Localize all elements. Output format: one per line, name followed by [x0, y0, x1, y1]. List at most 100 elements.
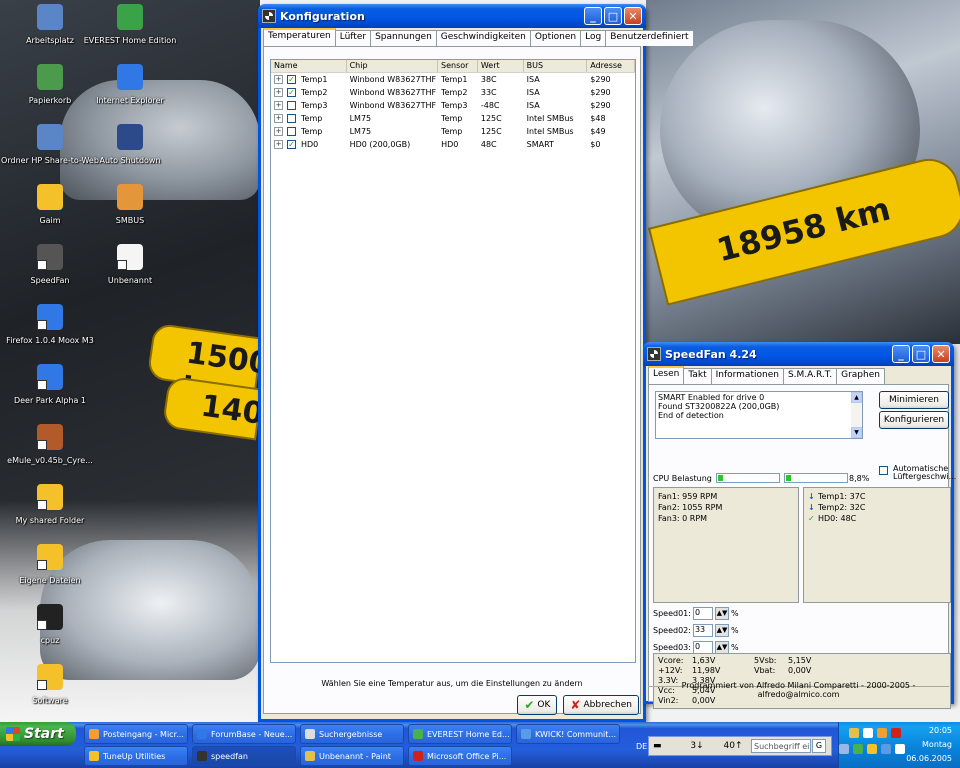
ok-button[interactable]: ✔ OK: [517, 695, 558, 715]
messenger-icon[interactable]: [867, 744, 877, 754]
checkbox-unchecked[interactable]: [287, 127, 296, 136]
desktop-icon-auto-shutdown[interactable]: Auto Shutdown: [80, 124, 180, 166]
auto-fan-checkbox[interactable]: Automatische Lüftergeschwi...: [879, 465, 956, 481]
close-button[interactable]: ✕: [624, 7, 642, 25]
column-header-wert[interactable]: Wert: [478, 60, 524, 72]
volume-icon[interactable]: [895, 744, 905, 754]
column-header-sensor[interactable]: Sensor: [438, 60, 478, 72]
expand-icon[interactable]: +: [274, 127, 283, 136]
desktop-icon-shared-folder[interactable]: My shared Folder: [0, 484, 100, 526]
tab-takt[interactable]: Takt: [683, 368, 712, 384]
scroll-up-icon[interactable]: ▲: [851, 392, 862, 403]
tab-graphen[interactable]: Graphen: [836, 368, 885, 384]
expand-icon[interactable]: +: [274, 140, 283, 149]
tab-lesen[interactable]: Lesen: [648, 366, 685, 384]
table-row[interactable]: + ✓ Temp2 Winbond W83627THF Temp2 33C ISA $290: [271, 86, 635, 99]
scroll-down-icon[interactable]: ▼: [851, 427, 862, 438]
tab-benutzerdefiniert[interactable]: Benutzerdefiniert: [605, 30, 694, 46]
column-header-adresse[interactable]: Adresse: [587, 60, 635, 72]
log-box[interactable]: SMART Enabled for drive 0 Found ST3200822…: [655, 391, 863, 439]
configure-button[interactable]: Konfigurieren: [879, 411, 949, 429]
taskbar-button[interactable]: EVEREST Home Ed...: [408, 724, 512, 744]
close-button[interactable]: ✕: [932, 345, 950, 363]
language-indicator[interactable]: DE: [636, 742, 647, 751]
maximize-button[interactable]: □: [912, 345, 930, 363]
cancel-button[interactable]: ✘ Abbrechen: [563, 695, 639, 715]
log-scrollbar[interactable]: ▲ ▼: [851, 392, 862, 438]
tab-temperaturen[interactable]: Temperaturen: [263, 28, 336, 46]
maximize-button[interactable]: □: [604, 7, 622, 25]
clock-day[interactable]: Montag: [922, 739, 952, 751]
spinner-icon[interactable]: ▲▼: [714, 607, 729, 620]
desktop-icon-everest[interactable]: EVEREST Home Edition: [80, 4, 180, 46]
tab-spannungen[interactable]: Spannungen: [370, 30, 437, 46]
checkbox-checked[interactable]: ✓: [287, 88, 296, 97]
expand-icon[interactable]: +: [274, 88, 283, 97]
taskbar-button[interactable]: Posteingang - Micr...: [84, 724, 188, 744]
search-go-button[interactable]: G: [812, 739, 826, 753]
table-row[interactable]: + ✓ Temp1 Winbond W83627THF Temp1 38C ISA $290: [271, 73, 635, 86]
column-header-bus[interactable]: BUS: [524, 60, 588, 72]
desktop-icon-emule[interactable]: eMule_v0.45b_Cyre...: [0, 424, 100, 466]
table-row[interactable]: + Temp LM75 Temp 125C Intel SMBus $48: [271, 112, 635, 125]
tab-optionen[interactable]: Optionen: [529, 30, 582, 46]
desktop-icon-firefox[interactable]: Firefox 1.0.4 Moox M3: [0, 304, 100, 346]
expand-icon[interactable]: +: [274, 114, 283, 123]
checkbox-checked[interactable]: ✓: [287, 75, 296, 84]
tuneup-tray-icon[interactable]: [877, 728, 887, 738]
collapse-tray-icon[interactable]: [839, 744, 849, 754]
search-input[interactable]: Suchbegriff ei...: [751, 739, 811, 753]
desktop-icon-software-folder[interactable]: Software: [0, 664, 100, 706]
column-header-chip[interactable]: Chip: [347, 60, 439, 72]
expand-icon[interactable]: +: [274, 101, 283, 110]
speed-input[interactable]: 0: [692, 607, 713, 620]
deskbar-app-icon[interactable]: ▬: [649, 741, 679, 751]
taskbar-button[interactable]: ForumBase - Neue...: [192, 724, 296, 744]
tab-geschwindigkeiten[interactable]: Geschwindigkeiten: [435, 30, 531, 46]
checkbox-unchecked[interactable]: [287, 114, 296, 123]
expand-icon[interactable]: +: [274, 75, 283, 84]
table-row[interactable]: + ✓ HD0 HD0 (200,0GB) HD0 48C SMART $0: [271, 138, 635, 151]
minimize-button[interactable]: _: [584, 7, 602, 25]
speedfan-title-bar[interactable]: SpeedFan 4.24 _ □ ✕: [643, 342, 954, 366]
desktop-icon-paint-file[interactable]: Unbenannt: [80, 244, 180, 286]
ime-icon[interactable]: [863, 728, 873, 738]
desktop-icon-smbus[interactable]: SMBUS: [80, 184, 180, 226]
spinner-icon[interactable]: ▲▼: [714, 624, 729, 637]
clock-time[interactable]: 20:05: [929, 725, 952, 737]
taskbar-button[interactable]: Suchergebnisse: [300, 724, 404, 744]
taskbar-button[interactable]: KWICK! Communit...: [516, 724, 620, 744]
table-row[interactable]: + Temp3 Winbond W83627THF Temp3 -48C ISA $290: [271, 99, 635, 112]
speedfan-tray-icon[interactable]: [853, 744, 863, 754]
temp-reading: ✓ HD0: 48C: [808, 513, 946, 524]
taskbar-button[interactable]: speedfan: [192, 746, 296, 766]
clock-date[interactable]: 06.06.2005: [906, 753, 952, 765]
minimize-app-button[interactable]: Minimieren: [879, 391, 949, 409]
taskbar-button[interactable]: TuneUp Utilities: [84, 746, 188, 766]
checkbox-checked[interactable]: ✓: [287, 140, 296, 149]
tab-lüfter[interactable]: Lüfter: [334, 30, 372, 46]
table-row[interactable]: + Temp LM75 Temp 125C Intel SMBus $49: [271, 125, 635, 138]
taskbar-button[interactable]: Unbenannt - Paint: [300, 746, 404, 766]
desktop-icon-deer-park[interactable]: Deer Park Alpha 1: [0, 364, 100, 406]
konfiguration-title-bar[interactable]: Konfiguration _ □ ✕: [258, 4, 646, 28]
desktop-icon-internet-explorer[interactable]: Internet Explorer: [80, 64, 180, 106]
sensor-list[interactable]: Name Chip Sensor Wert BUS Adresse + ✓ Temp1 Winb…: [270, 59, 636, 663]
antivirus-icon[interactable]: [891, 728, 901, 738]
desktop-icon-cpuz[interactable]: cpuz: [0, 604, 100, 646]
tab-informationen[interactable]: Informationen: [710, 368, 784, 384]
checkbox-unchecked[interactable]: [287, 101, 296, 110]
column-header-name[interactable]: Name: [271, 60, 347, 72]
bluetooth-icon[interactable]: [881, 744, 891, 754]
network-icon[interactable]: [849, 728, 859, 738]
speed-input[interactable]: 33: [692, 624, 713, 637]
taskbar-button[interactable]: Microsoft Office Pi...: [408, 746, 512, 766]
start-button[interactable]: Start: [0, 722, 76, 746]
deskbar-item[interactable]: 3↓: [679, 741, 715, 751]
tab-smart[interactable]: S.M.A.R.T.: [782, 368, 838, 384]
desktop-icon-my-documents[interactable]: Eigene Dateien: [0, 544, 100, 586]
checkbox-unchecked[interactable]: [879, 466, 888, 475]
deskbar-item[interactable]: 40↑: [715, 741, 751, 751]
tab-log[interactable]: Log: [580, 30, 607, 46]
minimize-button[interactable]: _: [892, 345, 910, 363]
